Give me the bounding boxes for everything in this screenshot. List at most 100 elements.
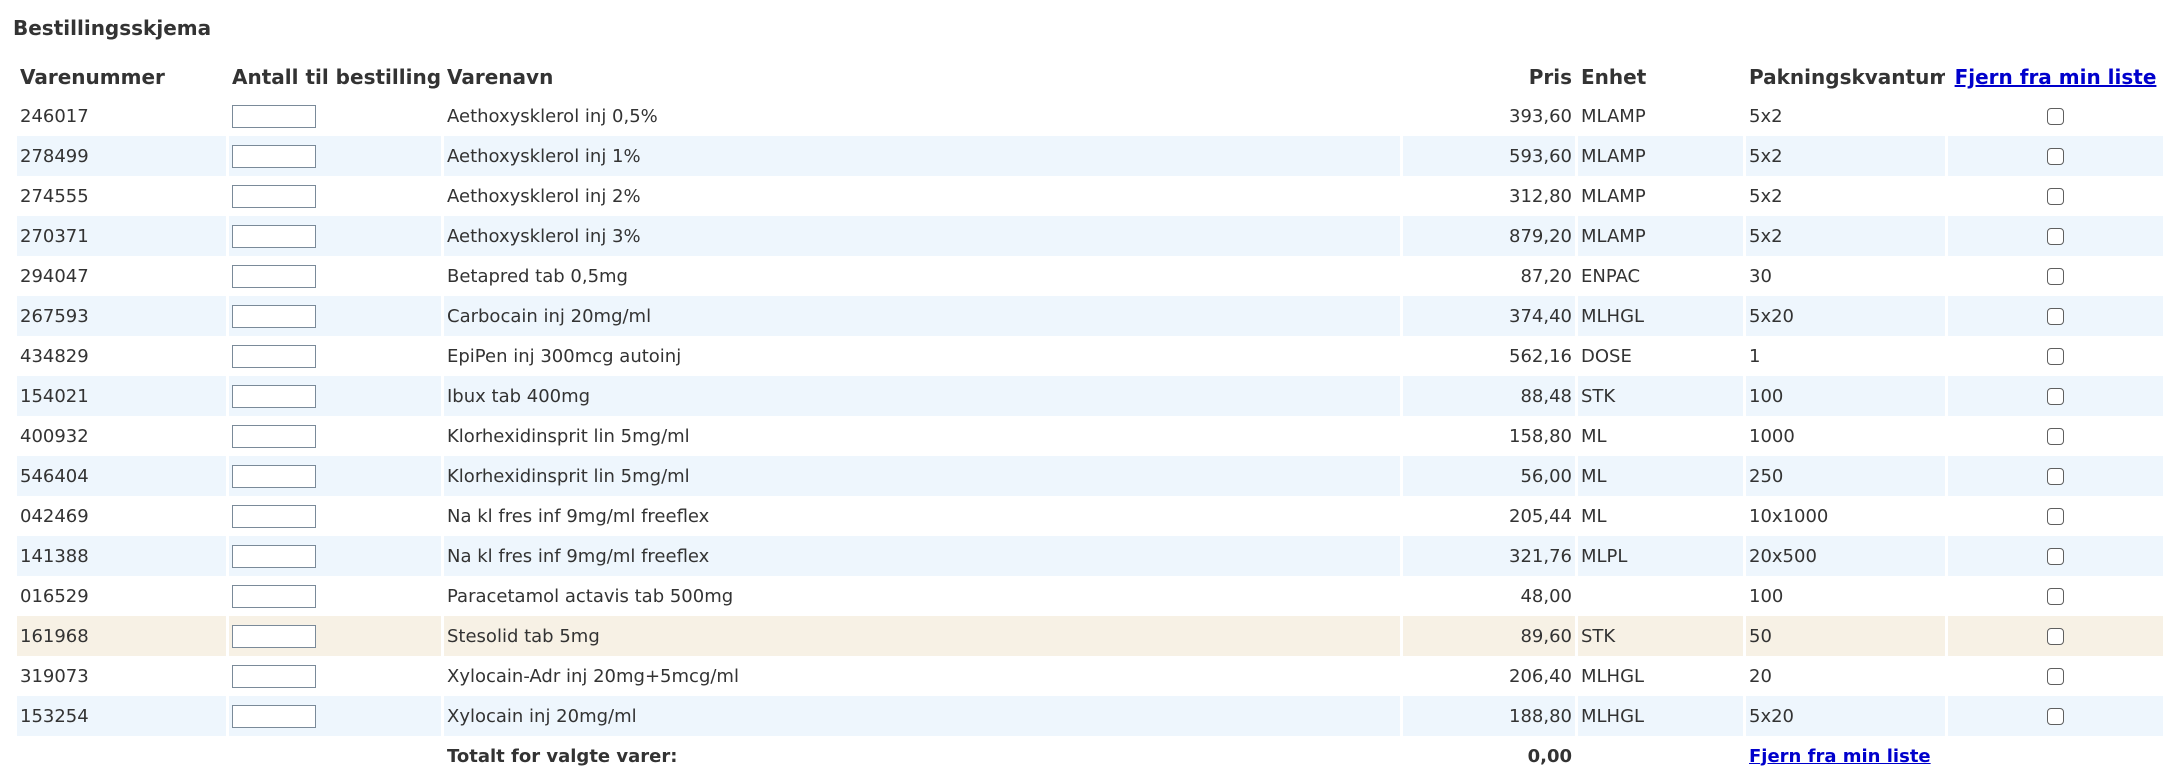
table-row: 154021 Ibux tab 400mg 88,48 STK 100: [17, 376, 2163, 416]
remove-checkbox[interactable]: [2047, 508, 2064, 525]
item-name-cell: Carbocain inj 20mg/ml: [444, 296, 1400, 336]
price-cell: 88,48: [1403, 376, 1575, 416]
pack-qty-cell: 5x2: [1746, 216, 1945, 256]
quantity-input[interactable]: [232, 304, 316, 328]
price-cell: 206,40: [1509, 665, 1572, 687]
unit-cell: ML: [1581, 505, 1607, 527]
quantity-input[interactable]: [232, 144, 316, 168]
header-name: Varenavn: [447, 65, 554, 89]
pack-qty-cell: 1000: [1749, 425, 1795, 447]
unit-cell: ML: [1581, 425, 1607, 447]
item-name-cell: Klorhexidinsprit lin 5mg/ml: [444, 456, 1400, 496]
item-number-cell: 546404: [17, 456, 226, 496]
unit-cell: MLHGL: [1578, 696, 1743, 736]
item-number-cell: 141388: [17, 536, 226, 576]
pack-qty-cell: 20x500: [1746, 536, 1945, 576]
pack-qty-cell: 5x2: [1746, 136, 1945, 176]
remove-cell: [1948, 576, 2163, 616]
item-number-cell: 434829: [20, 345, 89, 367]
pack-qty-cell: 5x20: [1746, 696, 1945, 736]
quantity-input[interactable]: [232, 584, 316, 608]
remove-checkbox[interactable]: [2047, 468, 2064, 485]
quantity-cell: [229, 696, 441, 736]
remove-cell: [1948, 96, 2163, 136]
remove-checkbox[interactable]: [2047, 708, 2064, 725]
item-number-cell: 294047: [20, 265, 89, 287]
quantity-input[interactable]: [232, 624, 316, 648]
pack-qty-cell: 5x20: [1746, 296, 1945, 336]
remove-checkbox[interactable]: [2047, 228, 2064, 245]
unit-cell: MLAMP: [1581, 185, 1646, 207]
remove-checkbox[interactable]: [2047, 148, 2064, 165]
item-number-cell: 154021: [17, 376, 226, 416]
remove-cell: [1948, 216, 2163, 256]
quantity-input[interactable]: [232, 184, 316, 208]
quantity-input[interactable]: [232, 344, 316, 368]
quantity-input[interactable]: [232, 384, 316, 408]
unit-cell: ENPAC: [1581, 265, 1641, 287]
price-cell: 374,40: [1403, 296, 1575, 336]
remove-cell: [1948, 256, 2163, 296]
price-cell: 879,20: [1403, 216, 1575, 256]
item-number-cell: 267593: [17, 296, 226, 336]
total-value: 0,00: [1403, 736, 1575, 776]
remove-checkbox[interactable]: [2047, 388, 2064, 405]
quantity-cell: [229, 336, 441, 376]
total-row: Totalt for valgte varer: 0,00 Fjern fra …: [17, 736, 2163, 776]
quantity-cell: [229, 496, 441, 536]
quantity-cell: [229, 416, 441, 456]
price-cell: 87,20: [1520, 265, 1572, 287]
item-name-cell: Na kl fres inf 9mg/ml freeflex: [447, 505, 710, 527]
remove-checkbox[interactable]: [2047, 628, 2064, 645]
quantity-cell: [229, 576, 441, 616]
quantity-input[interactable]: [232, 544, 316, 568]
remove-checkbox[interactable]: [2047, 668, 2064, 685]
table-row: 016529 Paracetamol actavis tab 500mg 48,00…: [17, 576, 2163, 616]
price-cell: 593,60: [1403, 136, 1575, 176]
table-row: 270371 Aethoxysklerol inj 3% 879,20 MLAMP 5x…: [17, 216, 2163, 256]
remove-cell: [1948, 336, 2163, 376]
quantity-cell: [229, 616, 441, 656]
item-number-cell: 274555: [20, 185, 89, 207]
remove-checkbox[interactable]: [2047, 348, 2064, 365]
remove-checkbox[interactable]: [2047, 308, 2064, 325]
item-name-cell: Xylocain-Adr inj 20mg+5mcg/ml: [447, 665, 739, 687]
quantity-input[interactable]: [232, 424, 316, 448]
item-name-cell: Paracetamol actavis tab 500mg: [447, 585, 734, 607]
pack-qty-cell: 10x1000: [1749, 505, 1829, 527]
remove-checkbox[interactable]: [2047, 428, 2064, 445]
item-number-cell: 270371: [17, 216, 226, 256]
remove-checkbox[interactable]: [2047, 548, 2064, 565]
unit-cell: ML: [1578, 456, 1743, 496]
order-rows: 246017 Aethoxysklerol inj 0,5% 393,60 MLAMP…: [17, 96, 2163, 736]
quantity-input[interactable]: [232, 464, 316, 488]
item-number-cell: 153254: [17, 696, 226, 736]
remove-cell: [1948, 296, 2163, 336]
unit-cell: MLAMP: [1578, 136, 1743, 176]
quantity-input[interactable]: [232, 704, 316, 728]
remove-from-list-link-header[interactable]: Fjern fra min liste: [1955, 65, 2157, 89]
table-row: 161968 Stesolid tab 5mg 89,60 STK 50: [17, 616, 2163, 656]
remove-cell: [1948, 696, 2163, 736]
quantity-input[interactable]: [232, 504, 316, 528]
price-cell: 188,80: [1403, 696, 1575, 736]
item-name-cell: Xylocain inj 20mg/ml: [444, 696, 1400, 736]
quantity-input[interactable]: [232, 224, 316, 248]
pack-qty-cell: 5x2: [1749, 105, 1783, 127]
quantity-input[interactable]: [232, 104, 316, 128]
remove-checkbox[interactable]: [2047, 588, 2064, 605]
quantity-cell: [229, 176, 441, 216]
unit-cell: MLHGL: [1581, 665, 1645, 687]
total-label: Totalt for valgte varer:: [444, 736, 1400, 776]
item-name-cell: Aethoxysklerol inj 1%: [444, 136, 1400, 176]
remove-checkbox[interactable]: [2047, 188, 2064, 205]
quantity-input[interactable]: [232, 664, 316, 688]
remove-checkbox[interactable]: [2047, 108, 2064, 125]
remove-from-list-link-footer[interactable]: Fjern fra min liste: [1749, 746, 1931, 767]
remove-checkbox[interactable]: [2047, 268, 2064, 285]
remove-cell: [1948, 616, 2163, 656]
order-form-page: Bestillingsskjema Varenummer Antall til …: [0, 0, 2173, 780]
quantity-input[interactable]: [232, 264, 316, 288]
quantity-cell: [229, 136, 441, 176]
price-cell: 89,60: [1403, 616, 1575, 656]
